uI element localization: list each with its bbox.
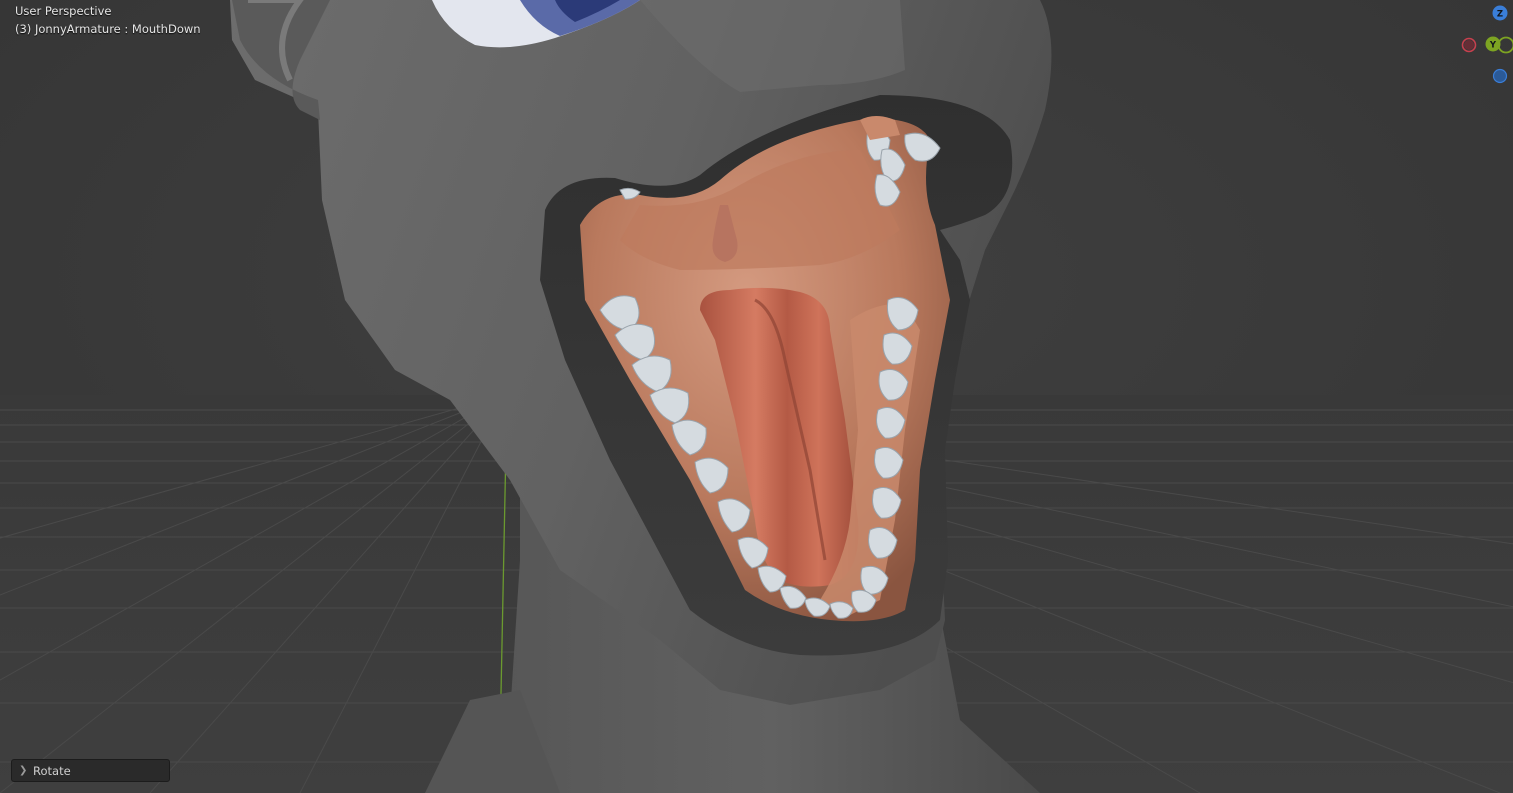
navigation-gizmo[interactable]: Z Y [1450,0,1513,95]
z-axis-label: Z [1497,10,1503,20]
last-operator-panel[interactable]: ❯ Rotate [11,759,170,782]
y-axis-label: Y [1489,41,1497,51]
z-axis-negative-handle[interactable] [1492,68,1508,84]
viewport-canvas[interactable] [0,0,1513,793]
active-object-label: (3) JonnyArmature : MouthDown [15,22,201,36]
chevron-right-icon[interactable]: ❯ [19,765,27,776]
3d-viewport[interactable]: User Perspective (3) JonnyArmature : Mou… [0,0,1513,793]
view-name-label: User Perspective [15,4,112,18]
operator-label: Rotate [33,763,71,778]
y-axis-negative-handle[interactable] [1497,36,1513,54]
